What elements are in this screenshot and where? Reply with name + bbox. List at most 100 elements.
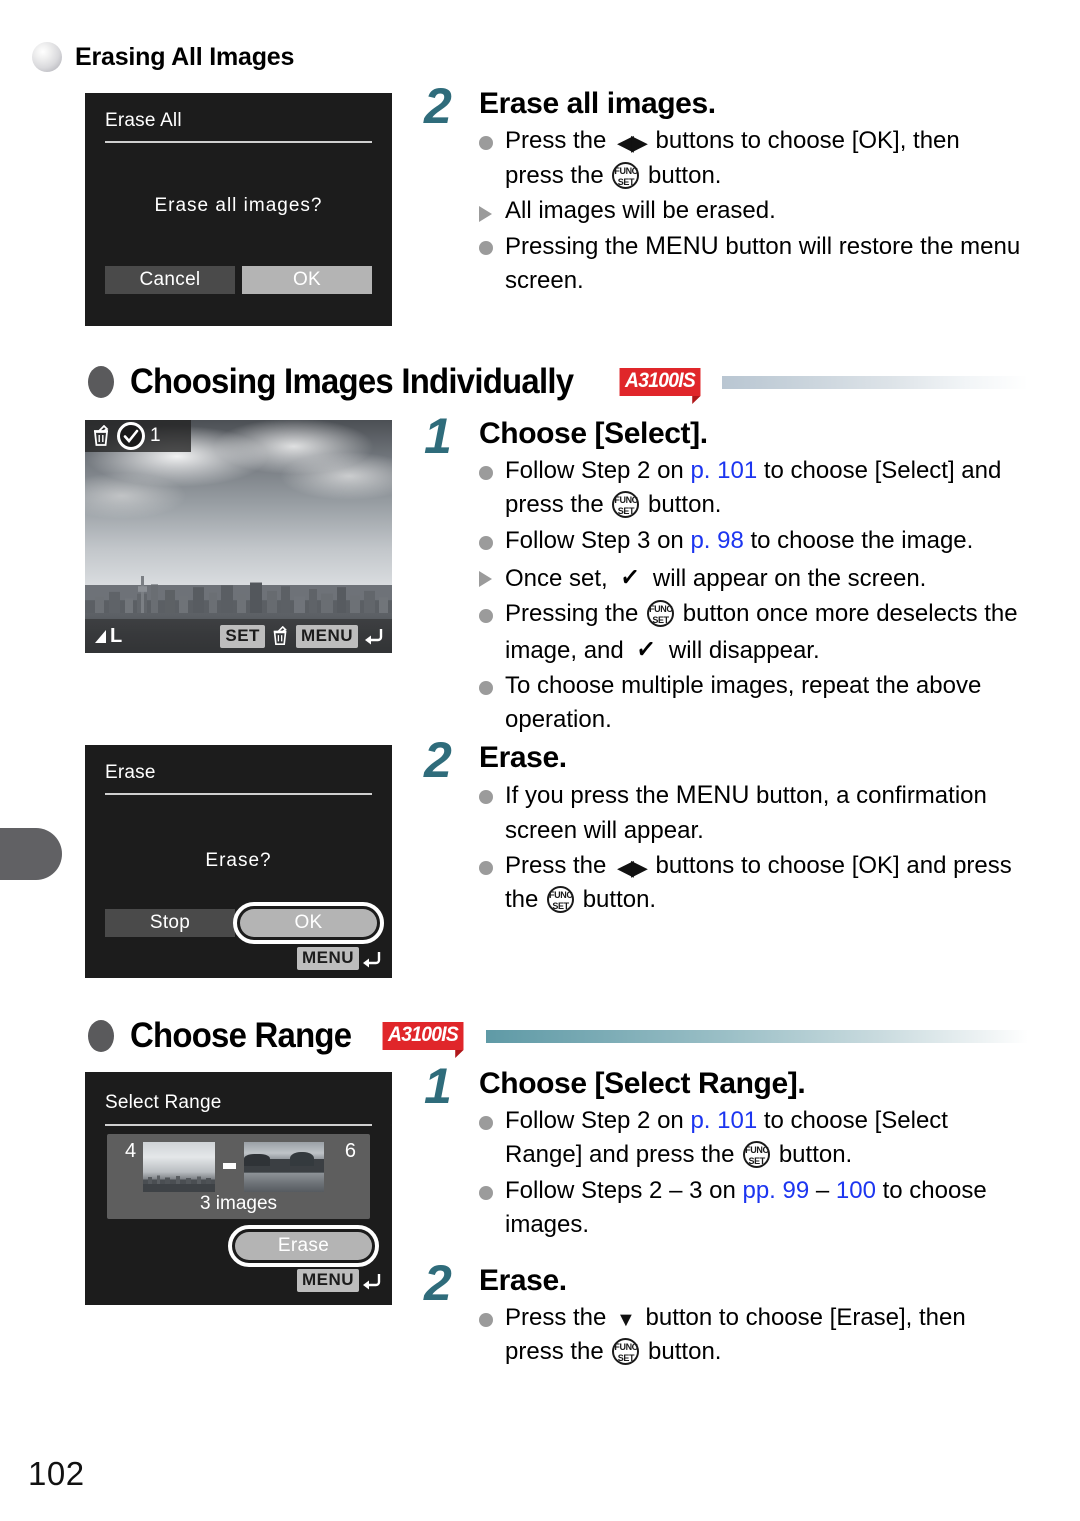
- section-heading-choosing-images-individually: Choosing Images Individually A3100IS: [88, 362, 1028, 404]
- dot-bullet-icon: [479, 790, 493, 805]
- screen-divider: [105, 141, 372, 143]
- range-end-thumbnail: [244, 1142, 324, 1192]
- bullet-marker: [479, 194, 505, 222]
- heading-gradient-bar: [485, 1029, 1028, 1043]
- stop-button[interactable]: Stop: [105, 909, 235, 937]
- bullet-marker: [479, 597, 505, 623]
- menu-hint: MENU: [296, 947, 382, 970]
- step-number: 2: [424, 1255, 452, 1311]
- section-title: Choosing Images Individually: [130, 362, 574, 401]
- dot-bullet-icon: [479, 1116, 493, 1131]
- bullet-marker: [479, 849, 505, 875]
- selection-count: 1: [150, 425, 161, 446]
- instruction-bullet: Once set, ✓ will appear on the screen.: [479, 559, 1024, 596]
- step-erase-range: 2 Erase. Press the ▼ button to choose [E…: [424, 1258, 1024, 1371]
- section-heading-choose-range: Choose Range A3100IS: [88, 1016, 1028, 1058]
- step-bullets: If you press the MENU button, a confirma…: [479, 778, 1024, 917]
- quality-label: L: [110, 624, 123, 647]
- step-bullets: Press the ◀▶ buttons to choose [OK], the…: [479, 124, 1024, 298]
- oval-bullet-icon: [88, 366, 114, 398]
- bullet-marker: [479, 669, 505, 695]
- bullet-marker: [479, 454, 505, 481]
- left-right-arrows-icon: ◀▶: [617, 130, 648, 156]
- bullet-marker: [479, 1104, 505, 1131]
- overlay-actions: SET MENU: [220, 624, 384, 648]
- bullet-text: Press the ▼ button to choose [Erase], th…: [505, 1304, 966, 1366]
- checkmark-icon: ✓: [619, 560, 642, 594]
- trash-icon: [93, 425, 109, 446]
- model-badge-a3100is: A3100IS: [619, 368, 701, 404]
- step-number: 1: [424, 408, 452, 464]
- camera-screen-select-range: Select Range 4 6 3 images Erase MENU: [85, 1072, 392, 1305]
- func-set-button-icon: FUNC SET: [647, 599, 675, 627]
- bullet-text: Once set, ✓ will appear on the screen.: [505, 559, 1024, 596]
- dot-bullet-icon: [479, 608, 493, 623]
- image-select-overlay-bottom: L SET MENU: [85, 619, 392, 653]
- bullet-text: Follow Steps 2 – 3 on pp. 99 – 100 to ch…: [505, 1176, 987, 1238]
- step-heading: Choose [Select Range].: [479, 1067, 806, 1100]
- dot-bullet-icon: [479, 860, 493, 875]
- menu-chip[interactable]: MENU: [296, 1269, 359, 1292]
- screen-title: Select Range: [105, 1092, 222, 1113]
- dot-bullet-icon: [479, 466, 493, 481]
- section-title: Choose Range: [130, 1016, 352, 1055]
- section-title: Erasing All Images: [75, 42, 295, 71]
- instruction-bullet: Follow Steps 2 – 3 on pp. 99 – 100 to ch…: [479, 1174, 1024, 1242]
- bullet-text: Press the ◀▶ buttons to choose [OK] and …: [505, 851, 1012, 914]
- city-skyline-graphic: [85, 576, 392, 614]
- range-preview-panel: 4 6 3 images: [107, 1134, 370, 1219]
- bullet-marker: [479, 559, 505, 587]
- step-heading: Erase.: [479, 1264, 567, 1297]
- ok-button[interactable]: OK: [242, 266, 372, 294]
- instruction-bullet: All images will be erased.: [479, 194, 1024, 228]
- screen-message: Erase?: [205, 850, 272, 871]
- instruction-bullet: Press the ◀▶ buttons to choose [OK], the…: [479, 124, 1024, 192]
- bullet-marker: [479, 524, 505, 550]
- selection-highlight-ring: [233, 902, 384, 944]
- image-select-overlay-top: 1: [85, 420, 191, 452]
- func-set-button-icon: FUNC SET: [612, 1338, 640, 1366]
- step-bullets: Press the ▼ button to choose [Erase], th…: [479, 1301, 1024, 1369]
- page-reference[interactable]: p. 98: [690, 527, 743, 554]
- bullet-text: If you press the MENU button, a confirma…: [505, 781, 987, 844]
- checkmark-icon: ✓: [635, 632, 658, 666]
- range-count-label: 3 images: [199, 1193, 278, 1214]
- menu-chip[interactable]: MENU: [296, 947, 359, 970]
- screen-title: Erase: [105, 762, 156, 783]
- triangle-bullet-icon: [479, 205, 492, 222]
- sphere-bullet-icon: [32, 42, 62, 72]
- compression-icon: [95, 629, 106, 643]
- step-erase-all-images: 2 Erase all images. Press the ◀▶ buttons…: [424, 81, 1024, 299]
- bullet-marker: [479, 1301, 505, 1328]
- func-set-button-icon: FUNC SET: [547, 886, 575, 914]
- step-erase: 2 Erase. If you press the MENU button, a…: [424, 735, 1024, 918]
- trash-icon: [273, 626, 287, 645]
- instruction-bullet: Press the ◀▶ buttons to choose [OK] and …: [479, 849, 1024, 917]
- set-chip[interactable]: SET: [220, 624, 265, 648]
- instruction-bullet: To choose multiple images, repeat the ab…: [479, 669, 1024, 737]
- menu-chip[interactable]: MENU: [295, 624, 358, 648]
- instruction-bullet: Follow Step 2 on p. 101 to choose [Selec…: [479, 454, 1024, 522]
- page-reference[interactable]: 100: [836, 1177, 876, 1204]
- range-end-index: 6: [344, 1140, 356, 1162]
- down-arrow-icon: ▼: [616, 1309, 636, 1332]
- page-reference[interactable]: p. 101: [690, 457, 757, 484]
- camera-screen-image-select: 1 L SET MENU: [85, 420, 392, 653]
- page-reference[interactable]: pp. 99: [742, 1177, 809, 1204]
- step-bullets: Follow Step 2 on p. 101 to choose [Selec…: [479, 454, 1024, 737]
- func-set-button-icon: FUNC SET: [743, 1141, 771, 1169]
- step-choose-select: 1 Choose [Select]. Follow Step 2 on p. 1…: [424, 411, 1024, 738]
- check-circle-icon: [117, 422, 145, 450]
- menu-button-glyph: MENU: [675, 781, 750, 810]
- dot-bullet-icon: [479, 680, 493, 695]
- step-heading: Erase all images.: [479, 87, 716, 120]
- range-start-index: 4: [125, 1140, 137, 1162]
- camera-screen-erase-confirm: Erase Erase? Stop OK MENU: [85, 745, 392, 978]
- left-right-arrows-icon: ◀▶: [617, 854, 648, 880]
- heading-gradient-bar: [721, 375, 1028, 389]
- screen-message: Erase all images?: [154, 195, 323, 216]
- instruction-bullet: If you press the MENU button, a confirma…: [479, 778, 1024, 848]
- step-bullets: Follow Step 2 on p. 101 to choose [Selec…: [479, 1104, 1024, 1241]
- page-reference[interactable]: p. 101: [690, 1107, 757, 1134]
- cancel-button[interactable]: Cancel: [105, 266, 235, 294]
